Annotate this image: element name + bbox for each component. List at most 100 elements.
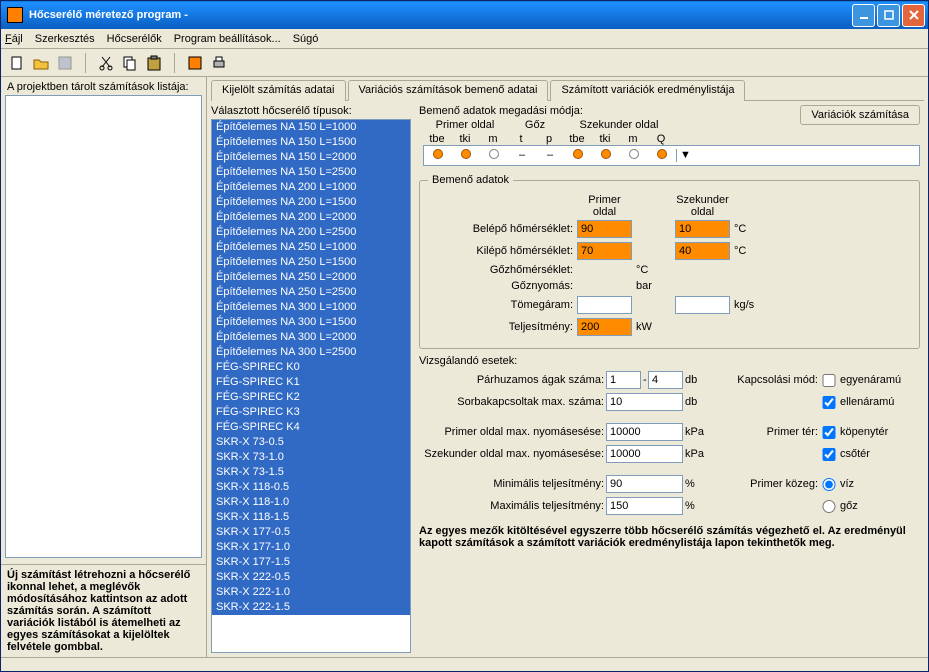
menu-help[interactable]: Súgó	[293, 33, 319, 45]
list-item[interactable]: FÉG-SPIREC K1	[212, 375, 410, 390]
input-mode-dropdown[interactable]: ▼	[676, 149, 694, 162]
typelist[interactable]: Építőelemes NA 150 L=1000Építőelemes NA …	[211, 119, 411, 653]
app-icon	[7, 7, 23, 23]
list-item[interactable]: Építőelemes NA 200 L=2000	[212, 210, 410, 225]
kilepo-sec-input[interactable]	[675, 242, 730, 260]
tabs: Kijelölt számítás adatai Variációs számí…	[211, 79, 924, 101]
list-item[interactable]: Építőelemes NA 150 L=2500	[212, 165, 410, 180]
window-title: Hőcserélő méretező program -	[29, 9, 188, 21]
list-item[interactable]: SKR-X 222-1.5	[212, 600, 410, 615]
list-item[interactable]: SKR-X 118-1.0	[212, 495, 410, 510]
project-calc-list[interactable]	[5, 95, 202, 558]
list-item[interactable]: SKR-X 118-1.5	[212, 510, 410, 525]
typelist-label: Választott hőcserélő típusok:	[211, 105, 411, 117]
input-data-group: Bemenő adatok Primer oldal Szekunder old…	[419, 174, 920, 349]
list-item[interactable]: Építőelemes NA 200 L=1000	[212, 180, 410, 195]
list-item[interactable]: SKR-X 177-1.5	[212, 555, 410, 570]
dot-primer-tbe	[433, 149, 443, 159]
titlebar: Hőcserélő méretező program -	[1, 1, 928, 29]
hdr-primer: Primer oldal	[423, 119, 507, 131]
telj-input[interactable]	[577, 318, 632, 336]
cut-icon[interactable]	[98, 55, 114, 71]
tab-variation-input[interactable]: Variációs számítások bemenő adatai	[348, 80, 549, 101]
belepo-primer-input[interactable]	[577, 220, 632, 238]
tab-selected-calc[interactable]: Kijelölt számítás adatai	[211, 80, 346, 101]
csoter-checkbox[interactable]	[820, 448, 838, 461]
menubar: Fájldocument.currentScript.previousSibli…	[1, 29, 928, 49]
viz-radio[interactable]	[820, 478, 838, 491]
list-item[interactable]: FÉG-SPIREC K3	[212, 405, 410, 420]
bottom-info: Az egyes mezők kitöltésével egyszerre tö…	[419, 525, 920, 549]
minimize-button[interactable]	[852, 4, 875, 27]
list-item[interactable]: Építőelemes NA 250 L=2500	[212, 285, 410, 300]
goz-radio[interactable]	[820, 500, 838, 513]
smax-input[interactable]	[606, 445, 683, 463]
list-item[interactable]: Építőelemes NA 150 L=2000	[212, 150, 410, 165]
left-list-label: A projektben tárolt számítások listája:	[1, 77, 206, 95]
dot-sec-tki	[601, 149, 611, 159]
list-item[interactable]: SKR-X 222-0.5	[212, 570, 410, 585]
calculate-variations-button[interactable]: Variációk számítása	[800, 105, 920, 125]
ellen-checkbox[interactable]	[820, 396, 838, 409]
new-icon[interactable]	[9, 55, 25, 71]
list-item[interactable]: FÉG-SPIREC K2	[212, 390, 410, 405]
belepo-sec-input[interactable]	[675, 220, 730, 238]
save-icon[interactable]	[57, 55, 73, 71]
list-item[interactable]: Építőelemes NA 200 L=2500	[212, 225, 410, 240]
list-item[interactable]: SKR-X 73-0.5	[212, 435, 410, 450]
parhuz-from-input[interactable]	[606, 371, 641, 389]
list-item[interactable]: SKR-X 118-0.5	[212, 480, 410, 495]
min-telj-input[interactable]	[606, 475, 683, 493]
dot-primer-tki	[461, 149, 471, 159]
list-item[interactable]: Építőelemes NA 300 L=1000	[212, 300, 410, 315]
list-item[interactable]: Építőelemes NA 150 L=1500	[212, 135, 410, 150]
hdr-sec: Szekunder oldal	[563, 119, 675, 131]
menu-hx[interactable]: Hőcserélők	[107, 33, 162, 45]
tab-variation-results[interactable]: Számított variációk eredménylistája	[550, 80, 745, 101]
list-item[interactable]: SKR-X 222-1.0	[212, 585, 410, 600]
dot-Q	[657, 149, 667, 159]
list-item[interactable]: Építőelemes NA 250 L=2000	[212, 270, 410, 285]
list-item[interactable]: Építőelemes NA 250 L=1000	[212, 240, 410, 255]
list-item[interactable]: Építőelemes NA 300 L=2000	[212, 330, 410, 345]
dot-primer-m	[489, 149, 499, 159]
list-item[interactable]: FÉG-SPIREC K0	[212, 360, 410, 375]
copy-icon[interactable]	[122, 55, 138, 71]
close-button[interactable]	[902, 4, 925, 27]
sorba-input[interactable]	[606, 393, 683, 411]
list-item[interactable]: SKR-X 177-0.5	[212, 525, 410, 540]
egyen-checkbox[interactable]	[820, 374, 838, 387]
list-item[interactable]: SKR-X 177-1.0	[212, 540, 410, 555]
input-mode-selector[interactable]: – – ▼	[423, 145, 920, 166]
cases-label: Vizsgálandó esetek:	[419, 355, 920, 367]
kilepo-primer-input[interactable]	[577, 242, 632, 260]
list-item[interactable]: SKR-X 73-1.5	[212, 465, 410, 480]
list-item[interactable]: Építőelemes NA 250 L=1500	[212, 255, 410, 270]
toolbar	[1, 49, 928, 77]
menu-edit[interactable]: Szerkesztés	[35, 33, 95, 45]
pmax-input[interactable]	[606, 423, 683, 441]
open-icon[interactable]	[33, 55, 49, 71]
maximize-button[interactable]	[877, 4, 900, 27]
dot-sec-m	[629, 149, 639, 159]
statusbar	[1, 657, 928, 671]
max-telj-input[interactable]	[606, 497, 683, 515]
hint-text: Új számítást létrehozni a hőcserélő ikon…	[1, 564, 206, 657]
menu-file[interactable]: Fájldocument.currentScript.previousSibli…	[5, 33, 23, 45]
list-item[interactable]: SKR-X 73-1.0	[212, 450, 410, 465]
list-item[interactable]: Építőelemes NA 300 L=1500	[212, 315, 410, 330]
list-item[interactable]: Építőelemes NA 150 L=1000	[212, 120, 410, 135]
kopeny-checkbox[interactable]	[820, 426, 838, 439]
list-item[interactable]: FÉG-SPIREC K4	[212, 420, 410, 435]
hx-icon[interactable]	[187, 55, 203, 71]
tomeg-sec-input[interactable]	[675, 296, 730, 314]
dot-sec-tbe	[573, 149, 583, 159]
hdr-goz: Gőz	[507, 119, 563, 131]
paste-icon[interactable]	[146, 55, 162, 71]
parhuz-to-input[interactable]	[648, 371, 683, 389]
menu-settings[interactable]: Program beállítások...	[174, 33, 281, 45]
list-item[interactable]: Építőelemes NA 200 L=1500	[212, 195, 410, 210]
tomeg-primer-input[interactable]	[577, 296, 632, 314]
print-icon[interactable]	[211, 55, 227, 71]
list-item[interactable]: Építőelemes NA 300 L=2500	[212, 345, 410, 360]
